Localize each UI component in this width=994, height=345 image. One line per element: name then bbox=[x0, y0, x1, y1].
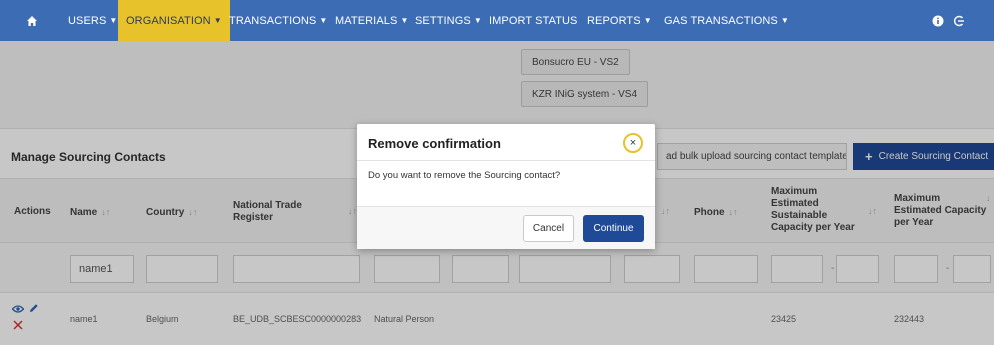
info-button[interactable] bbox=[932, 0, 944, 41]
info-icon bbox=[932, 15, 944, 26]
divider bbox=[357, 160, 655, 161]
nav-settings[interactable]: SETTINGS ▼ bbox=[409, 0, 488, 41]
nav-transactions[interactable]: TRANSACTIONS ▼ bbox=[223, 0, 333, 41]
top-navigation-bar: USERS ▼ ORGANISATION ▼ TRANSACTIONS ▼ MATER… bbox=[0, 0, 994, 41]
remove-confirmation-dialog: Remove confirmation × Do you want to rem… bbox=[357, 124, 655, 249]
chevron-down-icon: ▼ bbox=[643, 16, 652, 25]
chevron-down-icon: ▼ bbox=[400, 16, 409, 25]
chevron-down-icon: ▼ bbox=[319, 16, 328, 25]
chevron-down-icon: ▼ bbox=[109, 16, 118, 25]
home-icon bbox=[27, 15, 37, 26]
nav-reports[interactable]: REPORTS ▼ bbox=[581, 0, 658, 41]
logout-icon bbox=[954, 15, 964, 26]
nav-organisation[interactable]: ORGANISATION ▼ bbox=[118, 0, 230, 41]
dialog-message: Do you want to remove the Sourcing conta… bbox=[368, 170, 561, 181]
continue-button[interactable]: Continue bbox=[583, 215, 644, 242]
dialog-footer: Cancel Continue bbox=[357, 206, 655, 249]
chevron-down-icon: ▼ bbox=[473, 16, 482, 25]
nav-import-status[interactable]: IMPORT STATUS bbox=[483, 0, 584, 41]
logout-button[interactable] bbox=[953, 0, 965, 41]
cancel-button[interactable]: Cancel bbox=[523, 215, 574, 242]
home-button[interactable] bbox=[12, 0, 52, 41]
chevron-down-icon: ▼ bbox=[780, 16, 789, 25]
chevron-down-icon: ▼ bbox=[213, 16, 222, 25]
close-button[interactable]: × bbox=[623, 133, 643, 153]
dialog-title: Remove confirmation bbox=[368, 136, 501, 151]
close-icon: × bbox=[629, 137, 637, 149]
nav-users[interactable]: USERS ▼ bbox=[62, 0, 123, 41]
nav-gas-transactions[interactable]: GAS TRANSACTIONS ▼ bbox=[658, 0, 795, 41]
nav-materials[interactable]: MATERIALS ▼ bbox=[329, 0, 414, 41]
